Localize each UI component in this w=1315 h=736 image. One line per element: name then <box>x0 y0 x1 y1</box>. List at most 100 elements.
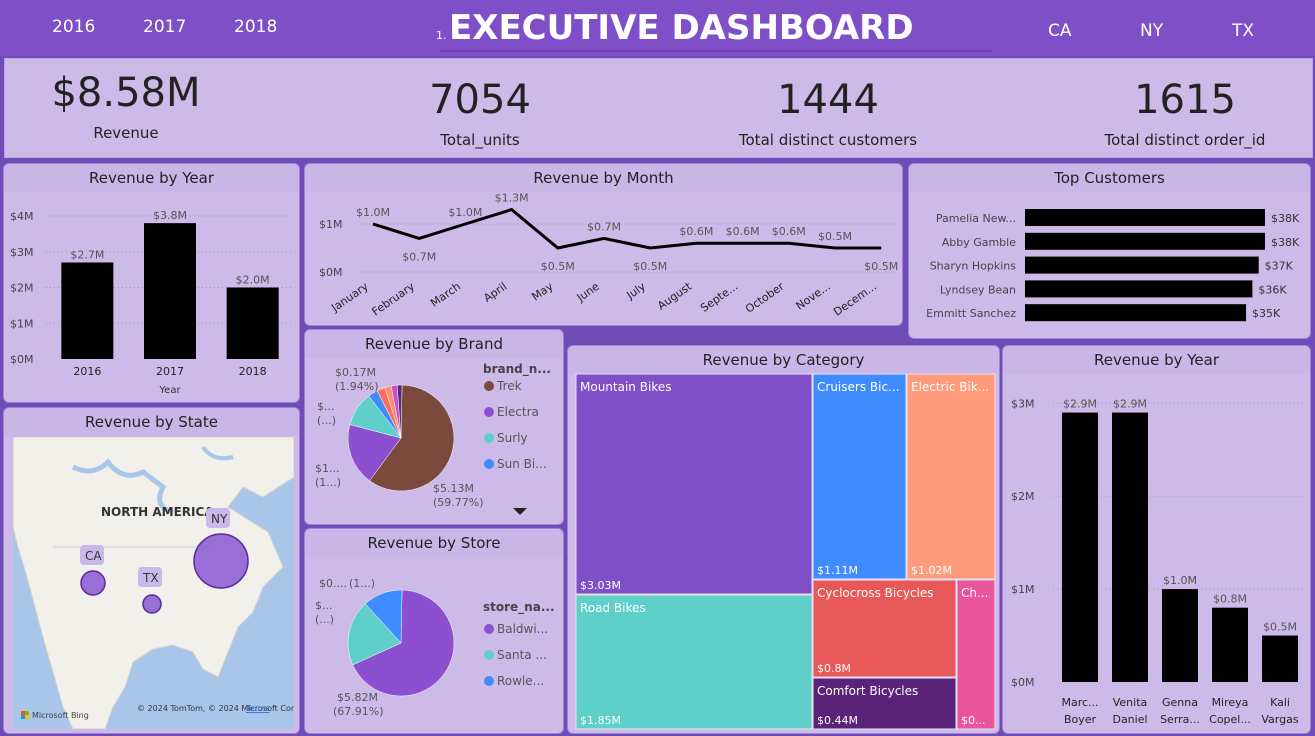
panel-top-customers[interactable]: Top Customers Pamelia New... $38K Abby Gam… <box>908 163 1311 339</box>
year-slicer-2016[interactable]: 2016 <box>52 17 95 37</box>
data-label: $0.5M <box>541 260 575 273</box>
panel-revenue-by-year[interactable]: Revenue by Year $0M $1M $2M $3M $4M $2.7M 2016… <box>3 163 300 403</box>
panel-title: Top Customers <box>1054 169 1165 187</box>
treemap-tile <box>575 373 813 595</box>
bar <box>1025 209 1265 226</box>
chart-revenue-by-year-customers: $0M $1M $2M $3M $2.9M Marc... Boyer $2.9M Venita… <box>1011 397 1303 726</box>
treemap-tile <box>906 373 996 580</box>
legend-marker <box>484 676 494 686</box>
x-tick-label: Copel... <box>1209 713 1251 726</box>
x-tick-label: Decem... <box>831 280 879 319</box>
x-tick-label: 2016 <box>73 365 101 378</box>
bar <box>61 262 114 359</box>
kpi-orders-label: Total distinct order_id <box>1104 131 1266 149</box>
kpi-units-value: 7054 <box>429 77 531 123</box>
legend-item: Sun Bi... <box>497 457 547 471</box>
map-terms-link[interactable]: Terms <box>245 704 270 713</box>
bar <box>226 287 279 359</box>
data-label: $0.6M <box>772 225 806 238</box>
panel-revenue-by-month[interactable]: Revenue by Month $0M $1M $1.0M January $0.7M… <box>304 163 903 326</box>
y-tick-label: $2M <box>1011 490 1035 503</box>
bar <box>1112 412 1148 682</box>
data-label: (1...) <box>315 476 341 489</box>
y-tick-label: $1M <box>319 218 343 231</box>
bar <box>1212 607 1248 682</box>
data-label: $2.9M <box>1113 398 1147 411</box>
panel-title: Revenue by Year <box>1093 351 1220 369</box>
treemap-value: $1.02M <box>911 564 952 577</box>
x-tick-label: Vargas <box>1261 713 1298 726</box>
title-underline <box>440 50 992 52</box>
y-tick-label: $0M <box>10 353 34 366</box>
year-slicer-2018[interactable]: 2018 <box>234 17 277 37</box>
panel-revenue-by-category[interactable]: Revenue by Category Mountain Bikes $3.03M… <box>567 345 1000 734</box>
panel-revenue-by-brand[interactable]: Revenue by Brand $5.13M (59.77%) $1... (1..… <box>304 329 564 525</box>
x-tick-label: Venita <box>1113 696 1148 709</box>
panel-revenue-by-state[interactable]: Revenue by State NORTH AMERICA NY CA TX … <box>3 407 300 734</box>
treemap-label: Mountain Bikes <box>580 380 671 394</box>
map-north-america[interactable]: NORTH AMERICA NY CA TX Microsoft Bing © … <box>13 437 294 729</box>
state-slicer-ca[interactable]: CA <box>1048 21 1072 41</box>
x-tick-label: Genna <box>1162 696 1198 709</box>
data-label: $0.6M <box>679 225 713 238</box>
y-tick-label: $2M <box>10 282 34 295</box>
kpi-customers-label: Total distinct customers <box>738 131 918 149</box>
panel-revenue-by-store[interactable]: Revenue by Store $5.82M (67.91%) $... (...)… <box>304 528 564 734</box>
panel-revenue-by-year-customers[interactable]: Revenue by Year $0M $1M $2M $3M $2.9M Marc...… <box>1002 345 1311 734</box>
category-label: Abby Gamble <box>942 236 1017 249</box>
data-label: $0.8M <box>1213 593 1247 606</box>
category-label: Pamelia New... <box>936 212 1016 225</box>
treemap-label: Ch... <box>961 586 988 600</box>
data-label: (...) <box>317 414 336 427</box>
chart-revenue-by-brand: $5.13M(59.77%) $1...(1...) $...(...) $0.17M… <box>315 362 551 515</box>
kpi-orders-value: 1615 <box>1134 77 1236 123</box>
treemap-value: $1.85M <box>580 714 621 727</box>
data-label: (67.91%) <box>333 705 384 718</box>
treemap-value: $0... <box>961 714 986 727</box>
bar <box>1025 256 1259 274</box>
y-tick-label: $3M <box>10 246 34 259</box>
treemap-label: Cruisers Bic... <box>817 380 900 394</box>
panel-title: Revenue by Year <box>88 169 215 187</box>
x-tick-label: Septe... <box>698 280 740 315</box>
map-bubble-tx[interactable] <box>142 594 162 614</box>
bing-logo-icon-2 <box>25 711 29 715</box>
legend-title: store_na... <box>483 600 555 615</box>
x-tick-label: February <box>370 280 418 319</box>
state-slicer-ny[interactable]: NY <box>1140 21 1163 41</box>
bing-logo-icon <box>21 711 25 715</box>
kpi-revenue-value: $8.58M <box>51 70 201 116</box>
treemap-value: $3.03M <box>580 579 621 592</box>
map-bubble-ny[interactable] <box>193 533 249 589</box>
data-label: $1.0M <box>1163 574 1197 587</box>
data-label: $2.9M <box>1063 398 1097 411</box>
legend-item: Santa ... <box>497 648 547 662</box>
legend-marker <box>484 407 494 417</box>
y-tick-label: $1M <box>1011 583 1035 596</box>
map-bubble-ca[interactable] <box>80 570 106 596</box>
x-tick-label: Serra... <box>1160 713 1200 726</box>
data-label: $... <box>317 400 335 413</box>
data-label: $1.3M <box>495 192 529 205</box>
data-label: $1.0M <box>356 206 390 219</box>
legend-item: Rowle... <box>497 674 544 688</box>
x-tick-label: May <box>529 280 555 304</box>
data-label: (1.94%) <box>335 380 379 393</box>
bing-logo-icon-4 <box>25 715 29 719</box>
data-label: $0.7M <box>402 250 436 263</box>
data-label: $5.82M <box>337 691 378 704</box>
data-label: $38K <box>1271 212 1300 225</box>
title-prefix: 1. <box>436 29 447 42</box>
legend-item: Surly <box>497 431 528 445</box>
legend-item: Trek <box>496 379 522 393</box>
year-slicer-2017[interactable]: 2017 <box>143 17 186 37</box>
legend-marker <box>484 381 494 391</box>
bar <box>1025 304 1247 322</box>
data-label: $0.7M <box>587 220 621 233</box>
x-tick-label: Kali <box>1270 696 1290 709</box>
treemap-label: Electric Bik... <box>911 380 989 394</box>
map-label-tx: TX <box>142 571 159 585</box>
map-label-ny: NY <box>211 512 228 526</box>
bar <box>1162 589 1198 682</box>
state-slicer-tx[interactable]: TX <box>1232 21 1254 41</box>
